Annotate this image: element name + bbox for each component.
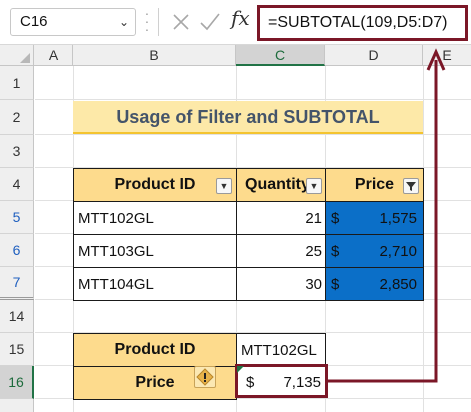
row-header-3[interactable]: 3 (0, 135, 34, 168)
currency-symbol: $ (331, 242, 340, 260)
filter-dropdown-icon[interactable]: ▼ (216, 178, 232, 194)
filter-dropdown-icon[interactable]: ▼ (306, 178, 322, 194)
cell-product-id[interactable]: MTT102GL (73, 201, 237, 235)
cell-quantity[interactable]: 25 (236, 234, 326, 268)
cell-price[interactable]: $ 2,850 (325, 267, 424, 301)
header-label: Product ID (114, 176, 196, 193)
row-header-5[interactable]: 5 (0, 201, 34, 234)
row-header-16[interactable]: 16 (0, 366, 34, 399)
column-header-e[interactable]: E (423, 45, 471, 66)
name-box-value: C16 (20, 13, 48, 30)
filter-active-icon[interactable] (403, 178, 419, 194)
funnel-icon (406, 182, 416, 191)
divider (158, 8, 159, 36)
column-header-b[interactable]: B (73, 45, 236, 66)
header-label: Price (354, 176, 395, 193)
sheet-title: Usage of Filter and SUBTOTAL (73, 101, 423, 134)
price-value: 2,710 (379, 242, 417, 260)
column-header-c[interactable]: C (236, 45, 325, 66)
cell-quantity[interactable]: 30 (236, 267, 326, 301)
chevron-down-icon[interactable]: ⌄ (119, 9, 129, 35)
price-value: 1,575 (379, 209, 417, 227)
cancel-icon[interactable] (170, 10, 192, 34)
selected-cell-c16[interactable]: $ 7,135 (235, 364, 328, 398)
summary-product-label[interactable]: Product ID (73, 333, 237, 367)
row-header-4[interactable]: 4 (0, 168, 34, 201)
name-box[interactable]: C16 ⌄ (10, 8, 136, 36)
currency-symbol: $ (246, 374, 255, 391)
check-icon[interactable] (198, 10, 222, 34)
cell-price[interactable]: $ 2,710 (325, 234, 424, 268)
header-label: Quantity (245, 176, 310, 193)
error-warning-button[interactable] (194, 366, 216, 388)
cell-product-id[interactable]: MTT104GL (73, 267, 237, 301)
header-product-id[interactable]: Product ID (73, 168, 237, 202)
row-header-7[interactable]: 7 (0, 267, 34, 300)
row-header-17[interactable] (0, 399, 34, 412)
gridline (35, 134, 471, 135)
drag-handle-icon[interactable]: · · · (142, 6, 152, 36)
formula-input[interactable]: =SUBTOTAL(109,D5:D7) (257, 5, 468, 41)
row-header-15[interactable]: 15 (0, 333, 34, 366)
row-header-1[interactable]: 1 (0, 66, 34, 100)
column-header-d[interactable]: D (325, 45, 423, 66)
currency-symbol: $ (331, 209, 340, 227)
summary-product-value[interactable]: MTT102GL (236, 333, 326, 367)
currency-symbol: $ (331, 275, 340, 293)
row-header-6[interactable]: 6 (0, 234, 34, 267)
row-header-2[interactable]: 2 (0, 100, 34, 135)
cell-quantity[interactable]: 21 (236, 201, 326, 235)
warning-icon (196, 368, 214, 386)
select-all-icon (20, 53, 30, 63)
error-indicator-icon (237, 366, 244, 373)
cell-product-id[interactable]: MTT103GL (73, 234, 237, 268)
row-header-14[interactable]: 14 (0, 300, 34, 333)
column-header-row: A B C D E (0, 44, 471, 66)
gridline (35, 99, 471, 100)
price-value: 2,850 (379, 275, 417, 293)
cell-price[interactable]: $ 1,575 (325, 201, 424, 235)
column-header-a[interactable]: A (35, 45, 73, 66)
price-total-value: 7,135 (283, 374, 321, 391)
insert-function-button[interactable]: fx (231, 6, 250, 30)
